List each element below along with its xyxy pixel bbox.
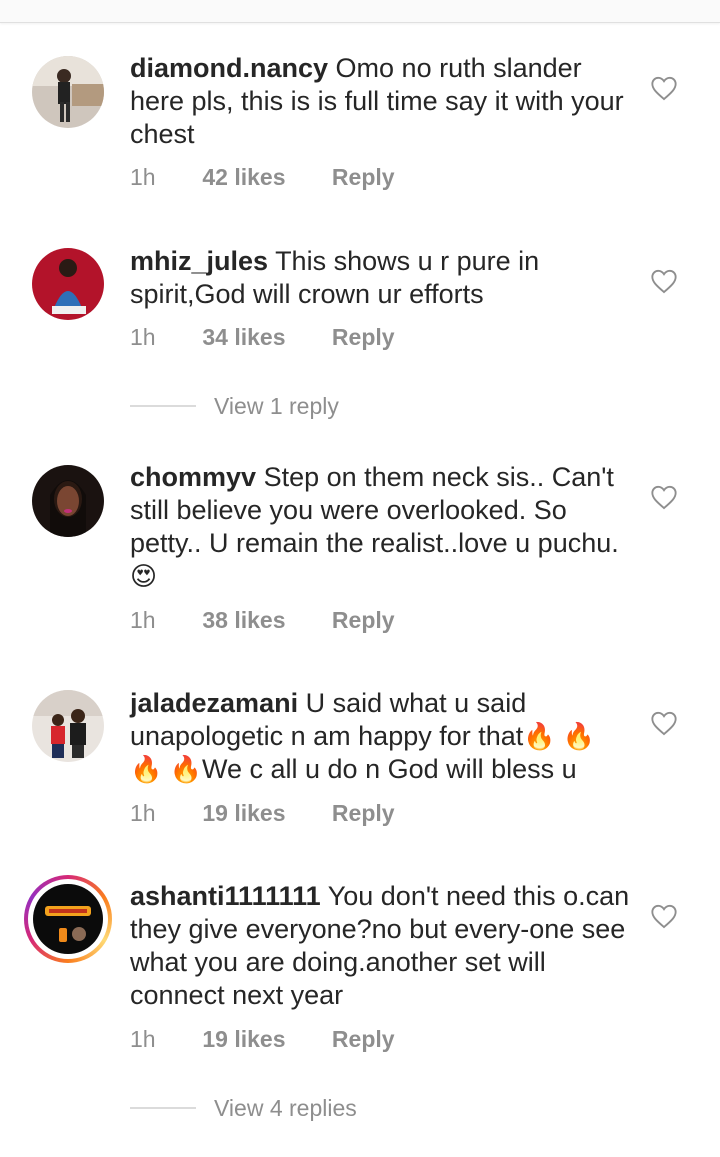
comment-likes[interactable]: 42 likes [202, 164, 285, 190]
fire-emoji: 🔥 🔥 [523, 721, 596, 751]
comment-meta: 1h 19 likes Reply [130, 1026, 395, 1052]
comment-time: 1h [130, 800, 156, 826]
avatar[interactable] [32, 248, 104, 320]
reply-button[interactable]: Reply [332, 324, 395, 350]
avatar[interactable] [32, 690, 104, 762]
comment-body: We c all u do n God will bless u [201, 754, 577, 784]
heart-outline-icon[interactable] [650, 710, 678, 736]
comment-likes[interactable]: 38 likes [202, 607, 285, 633]
comment-username[interactable]: mhiz_jules [130, 246, 268, 276]
comment-meta: 1h 38 likes Reply [130, 607, 395, 633]
divider-line [130, 1107, 196, 1109]
reply-button[interactable]: Reply [332, 607, 395, 633]
comment-time: 1h [130, 1026, 156, 1052]
comment-text: jaladezamani U said what u said unapolog… [130, 687, 630, 786]
comment-text: ashanti1111111 You don't need this o.can… [130, 880, 630, 1012]
heart-outline-icon[interactable] [650, 484, 678, 510]
comment-meta: 1h 42 likes Reply [130, 164, 395, 190]
comment-username[interactable]: ashanti1111111 [130, 881, 321, 911]
avatar[interactable] [32, 465, 104, 537]
comment-time: 1h [130, 164, 156, 190]
divider-line [130, 405, 196, 407]
reply-button[interactable]: Reply [332, 800, 395, 826]
comment-text: diamond.nancy Omo no ruth slander here p… [130, 52, 630, 151]
comment-likes[interactable]: 19 likes [202, 800, 285, 826]
comment-username[interactable]: diamond.nancy [130, 53, 328, 83]
view-replies-label: View 1 reply [214, 393, 339, 419]
view-replies-label: View 4 replies [214, 1095, 357, 1121]
view-replies-button[interactable]: View 4 replies [130, 1095, 357, 1121]
comment-meta: 1h 34 likes Reply [130, 324, 395, 350]
comment-likes[interactable]: 19 likes [202, 1026, 285, 1052]
comment-text: chommyv Step on them neck sis.. Can't st… [130, 461, 630, 593]
top-bar [0, 0, 720, 23]
avatar[interactable] [32, 56, 104, 128]
reply-button[interactable]: Reply [332, 164, 395, 190]
comment-meta: 1h 19 likes Reply [130, 800, 395, 826]
heart-eyes-emoji: 😍 [130, 561, 158, 591]
comment-username[interactable]: jaladezamani [130, 688, 298, 718]
fire-emoji: 🔥 🔥 [130, 754, 202, 784]
heart-outline-icon[interactable] [650, 75, 678, 101]
view-replies-button[interactable]: View 1 reply [130, 393, 339, 419]
heart-outline-icon[interactable] [650, 268, 678, 294]
avatar-story-ring[interactable] [24, 875, 112, 963]
comment-likes[interactable]: 34 likes [202, 324, 285, 350]
comment-time: 1h [130, 324, 156, 350]
comment-time: 1h [130, 607, 156, 633]
avatar-ring-gap [28, 879, 108, 959]
avatar [33, 884, 103, 954]
reply-button[interactable]: Reply [332, 1026, 395, 1052]
heart-outline-icon[interactable] [650, 903, 678, 929]
comment-username[interactable]: chommyv [130, 462, 256, 492]
comment-text: mhiz_jules This shows u r pure in spirit… [130, 245, 630, 311]
